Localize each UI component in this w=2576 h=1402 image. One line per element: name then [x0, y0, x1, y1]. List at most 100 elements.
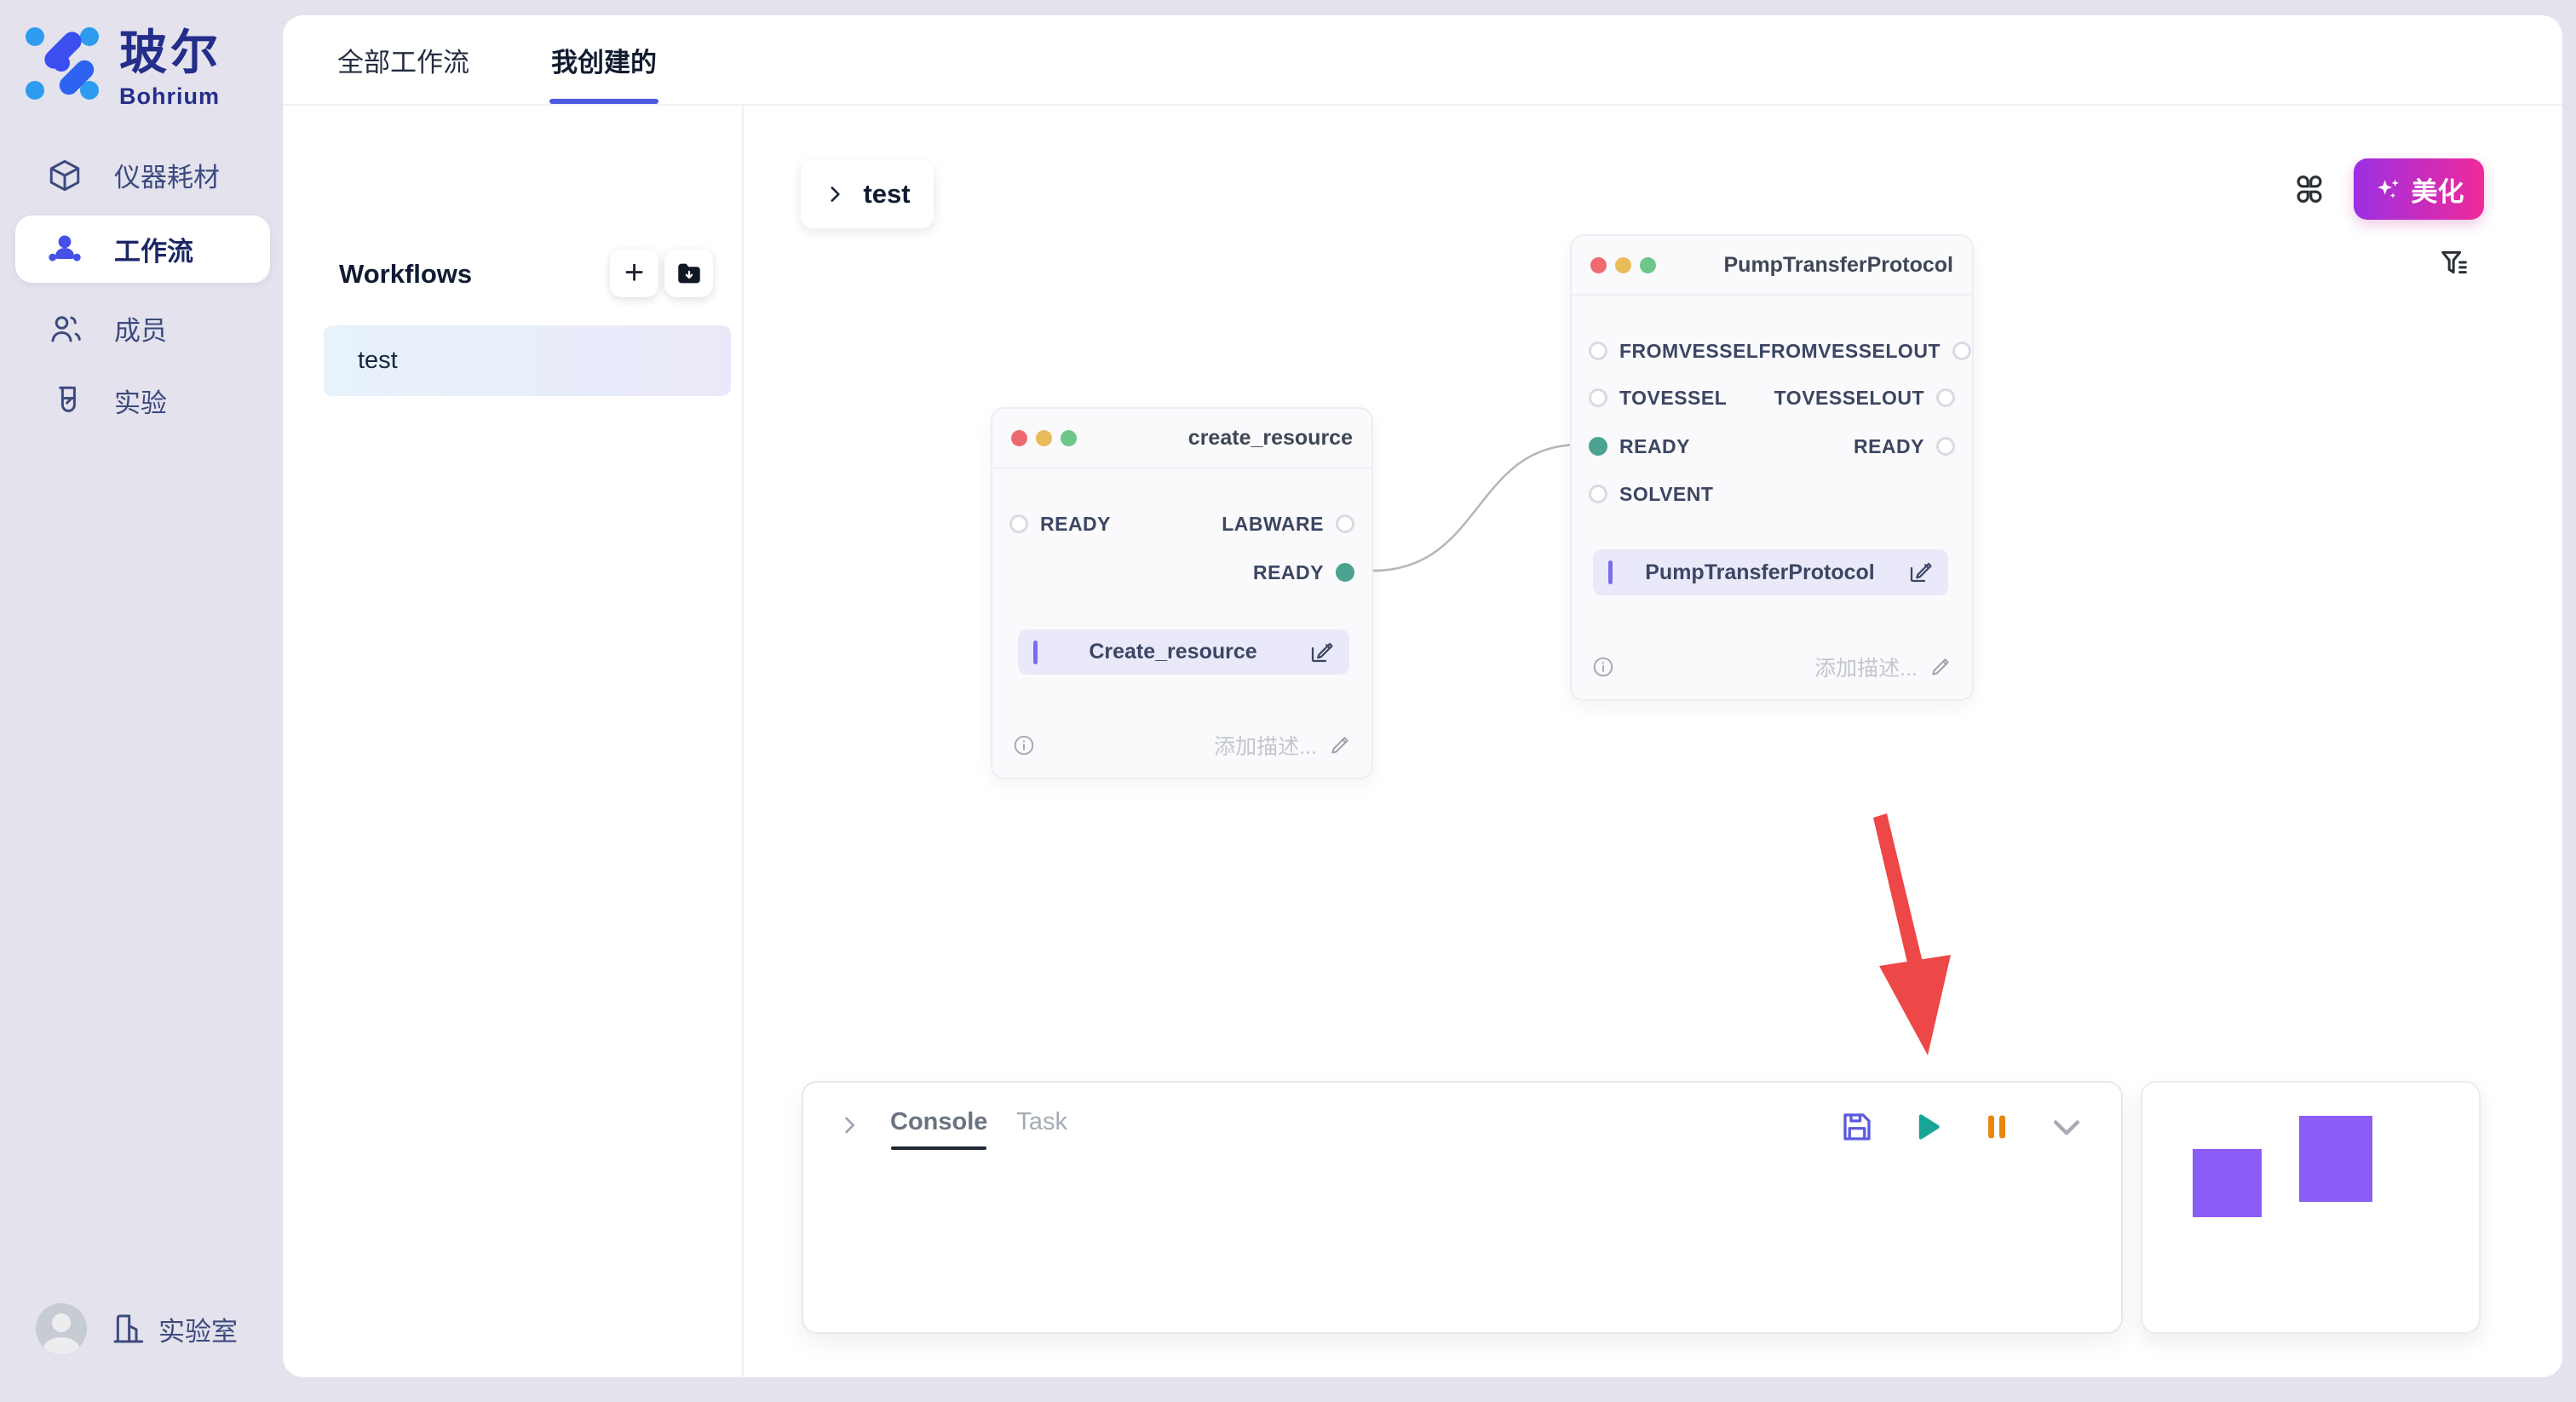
port-circle-icon[interactable]	[1589, 342, 1607, 360]
command-icon	[2291, 171, 2327, 207]
workflows-panel-title: Workflows	[339, 259, 472, 290]
sidebar-item-label: 实验	[114, 382, 167, 420]
main-content: 全部工作流 我创建的 Workflows + test	[283, 15, 2562, 1377]
tab-label: 我创建的	[551, 41, 657, 79]
sidebar-item-workflows[interactable]: 工作流	[15, 215, 270, 283]
save-icon	[1839, 1109, 1875, 1145]
node-create-resource[interactable]: create_resource READY LABWARE READY	[991, 407, 1373, 779]
workflow-tabbar: 全部工作流 我创建的	[283, 15, 2562, 106]
console-header: Console Task	[803, 1083, 2121, 1150]
port-circle-icon[interactable]	[1589, 388, 1607, 407]
app-name: 玻尔	[119, 29, 221, 77]
node-action-pill[interactable]: Create_resource	[1018, 629, 1349, 675]
port-circle-icon[interactable]	[1336, 514, 1354, 533]
sidebar-item-members[interactable]: 成员	[15, 295, 270, 362]
collapse-console-button[interactable]	[2046, 1106, 2087, 1147]
layout-command-button[interactable]	[2289, 169, 2330, 210]
tab-task[interactable]: Task	[1016, 1108, 1067, 1136]
input-port-tovessel[interactable]: TOVESSEL	[1589, 387, 1727, 410]
traffic-lights	[1590, 257, 1656, 273]
app-logo: 玻尔 Bohrium	[26, 26, 221, 110]
beautify-label: 美化	[2412, 170, 2464, 209]
breadcrumb-label: test	[863, 179, 910, 210]
output-port-labware[interactable]: LABWARE	[1222, 513, 1354, 536]
add-workflow-button[interactable]: +	[610, 249, 658, 297]
sidebar-item-label: 成员	[114, 309, 167, 348]
output-port-ready[interactable]: READY	[1253, 561, 1354, 584]
node-footer: 添加描述...	[1592, 652, 1952, 682]
port-circle-icon[interactable]	[1936, 388, 1955, 407]
output-port-fromvesselout[interactable]: FROMVESSELOUT	[1758, 340, 1971, 363]
pause-button[interactable]	[1976, 1106, 2017, 1147]
output-port-tovesselout[interactable]: TOVESSELOUT	[1774, 387, 1955, 410]
tab-all-workflows[interactable]: 全部工作流	[337, 15, 469, 104]
input-port-solvent[interactable]: SOLVENT	[1589, 483, 1713, 506]
port-circle-icon[interactable]	[1936, 437, 1955, 456]
workflow-canvas[interactable]: test 美化	[744, 106, 2562, 1377]
breadcrumb[interactable]: test	[801, 160, 934, 228]
run-button[interactable]	[1906, 1106, 1947, 1147]
folder-import-icon	[675, 259, 704, 288]
port-row: READY LABWARE	[1009, 507, 1354, 541]
sparkles-icon	[2374, 175, 2403, 204]
sidebar-item-experiments[interactable]: 实验	[15, 367, 270, 434]
tab-my-created[interactable]: 我创建的	[551, 15, 657, 104]
input-port-ready[interactable]: READY	[1009, 513, 1111, 536]
edit-icon[interactable]	[1308, 640, 1334, 665]
minimap[interactable]	[2141, 1081, 2481, 1334]
chevron-right-icon[interactable]	[837, 1113, 861, 1137]
active-console-tab-indicator	[891, 1146, 986, 1150]
workflow-list-item-test[interactable]: test	[324, 325, 731, 396]
port-circle-filled-icon[interactable]	[1589, 437, 1607, 456]
port-circle-filled-icon[interactable]	[1336, 563, 1354, 582]
port-circle-icon[interactable]	[1009, 514, 1028, 533]
console-actions	[1837, 1106, 2087, 1147]
experiment-icon	[46, 382, 83, 420]
traffic-lights	[1011, 430, 1077, 446]
description-placeholder[interactable]: 添加描述...	[1214, 730, 1317, 761]
pencil-icon[interactable]	[1929, 656, 1952, 678]
edit-icon[interactable]	[1907, 560, 1933, 585]
node-pump-transfer-protocol[interactable]: PumpTransferProtocol FROMVESSEL FROMVESS…	[1570, 234, 1974, 701]
info-icon[interactable]	[1592, 656, 1614, 678]
port-row: READY	[1009, 555, 1354, 589]
building-icon	[111, 1312, 145, 1346]
lab-label: 实验室	[158, 1310, 238, 1348]
lab-selector[interactable]: 实验室	[111, 1310, 238, 1348]
yellow-dot-icon	[1036, 430, 1052, 446]
avatar[interactable]	[36, 1303, 87, 1354]
workflow-name: test	[358, 347, 398, 375]
info-icon[interactable]	[1013, 734, 1035, 756]
edge-create-to-pump	[1373, 445, 1579, 571]
input-port-ready[interactable]: READY	[1589, 435, 1690, 458]
play-icon	[1908, 1108, 1946, 1146]
output-port-ready[interactable]: READY	[1854, 435, 1955, 458]
pencil-icon[interactable]	[1329, 734, 1351, 756]
description-placeholder[interactable]: 添加描述...	[1814, 652, 1918, 682]
tab-label: 全部工作流	[337, 41, 469, 79]
import-folder-button[interactable]	[664, 249, 713, 297]
app-subtitle: Bohrium	[119, 83, 221, 110]
sidebar-footer: 实验室	[36, 1303, 238, 1354]
sidebar-item-label: 仪器耗材	[114, 156, 220, 194]
team-icon	[46, 231, 83, 268]
sidebar: 玻尔 Bohrium 仪器耗材 工作流 成员 实验 实验室	[0, 0, 283, 1402]
tab-console[interactable]: Console	[890, 1108, 987, 1150]
save-button[interactable]	[1837, 1106, 1877, 1147]
node-header: PumpTransferProtocol	[1572, 236, 1972, 296]
node-action-pill[interactable]: PumpTransferProtocol	[1593, 549, 1948, 595]
filter-button[interactable]	[2434, 242, 2475, 283]
port-row: FROMVESSEL FROMVESSELOUT	[1589, 334, 1955, 368]
pause-icon	[1980, 1110, 2014, 1144]
node-footer: 添加描述...	[1013, 730, 1351, 761]
red-dot-icon	[1011, 430, 1027, 446]
port-row: SOLVENT	[1589, 477, 1955, 511]
input-port-fromvessel[interactable]: FROMVESSEL	[1589, 340, 1758, 363]
cube-icon	[46, 157, 83, 194]
sidebar-item-instruments[interactable]: 仪器耗材	[15, 141, 270, 209]
port-circle-icon[interactable]	[1952, 342, 1971, 360]
red-dot-icon	[1590, 257, 1607, 273]
beautify-button[interactable]: 美化	[2354, 158, 2484, 220]
port-circle-icon[interactable]	[1589, 485, 1607, 503]
plus-icon: +	[624, 254, 644, 292]
